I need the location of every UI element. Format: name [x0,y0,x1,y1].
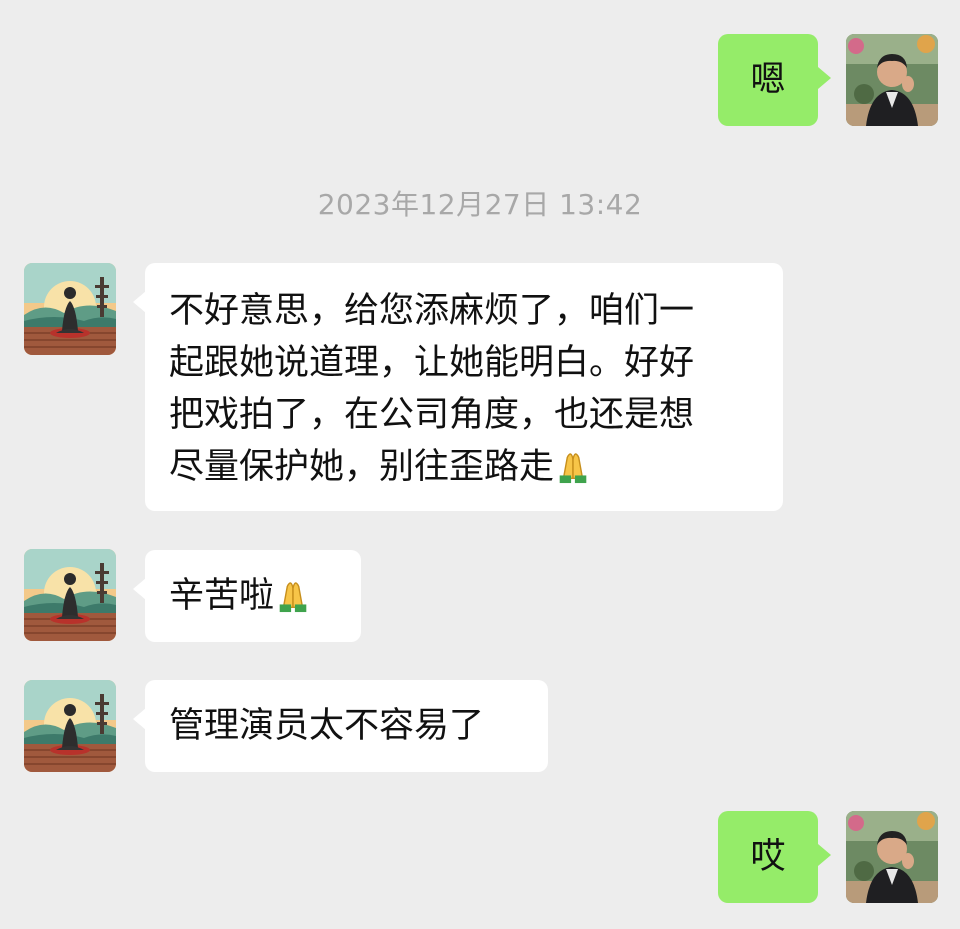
message-text: 辛苦啦 [169,576,275,616]
man-portrait-avatar[interactable] [846,34,938,126]
outgoing-message-bubble[interactable]: 哎 [718,811,831,903]
message-timestamp: 2023年12月27日 13:42 [317,188,643,221]
message-text: 哎 [750,837,786,877]
meditating-woman-avatar[interactable] [24,680,116,772]
meditating-woman-avatar[interactable] [24,263,116,355]
message-text: 嗯 [750,60,786,100]
pray-emoji-icon [554,446,592,484]
message-text: 不好意思，给您添麻烦了，咱们一 起跟她说道理，让她能明白。好好 把戏拍了，在公司… [169,291,695,487]
incoming-message-bubble[interactable]: 管理演员太不容易了 [133,680,548,772]
pray-emoji-icon [274,575,312,613]
outgoing-message-bubble[interactable]: 嗯 [718,34,831,126]
man-portrait-avatar[interactable] [846,811,938,903]
incoming-message-bubble[interactable]: 不好意思，给您添麻烦了，咱们一 起跟她说道理，让她能明白。好好 把戏拍了，在公司… [133,263,783,511]
incoming-message-bubble[interactable]: 辛苦啦 [133,550,361,642]
message-text: 管理演员太不容易了 [169,706,485,746]
meditating-woman-avatar[interactable] [24,549,116,641]
